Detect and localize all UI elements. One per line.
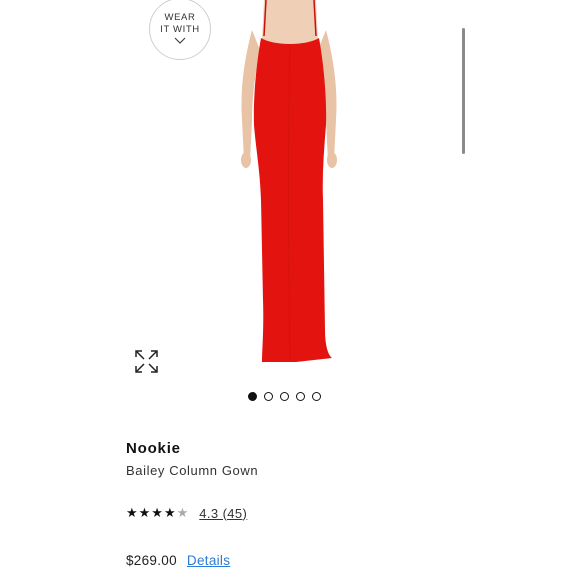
gallery-dot-2[interactable]	[264, 392, 273, 401]
gallery-dot-4[interactable]	[296, 392, 305, 401]
gallery-dot-5[interactable]	[312, 392, 321, 401]
rating-full-stars: ★★★★	[126, 505, 177, 520]
product-name: Bailey Column Gown	[126, 463, 259, 478]
product-image-gallery[interactable]: WEAR IT WITH	[0, 0, 580, 380]
it-with-label: IT WITH	[160, 24, 200, 35]
gallery-dot-1[interactable]	[248, 392, 257, 401]
details-link[interactable]: Details	[187, 553, 230, 568]
brand-name[interactable]: Nookie	[126, 440, 181, 457]
reviews-link[interactable]: 4.3 (45)	[199, 506, 247, 521]
rating-stars: ★★★★★	[126, 505, 189, 521]
expand-icon[interactable]	[134, 349, 159, 374]
wear-it-with-button[interactable]: WEAR IT WITH	[149, 0, 211, 60]
gallery-pagination	[248, 392, 321, 404]
product-image	[241, 0, 337, 362]
pricing-row: $269.00 Details	[126, 553, 230, 568]
product-rating: ★★★★★ 4.3 (45)	[126, 505, 247, 521]
image-scrollbar[interactable]	[462, 28, 465, 154]
product-price: $269.00	[126, 553, 177, 568]
gallery-dot-3[interactable]	[280, 392, 289, 401]
chevron-down-icon	[174, 37, 186, 44]
red-gown	[253, 38, 332, 362]
wear-label: WEAR	[164, 12, 196, 23]
model-chest	[262, 0, 318, 45]
rating-half-star: ★	[176, 505, 190, 520]
